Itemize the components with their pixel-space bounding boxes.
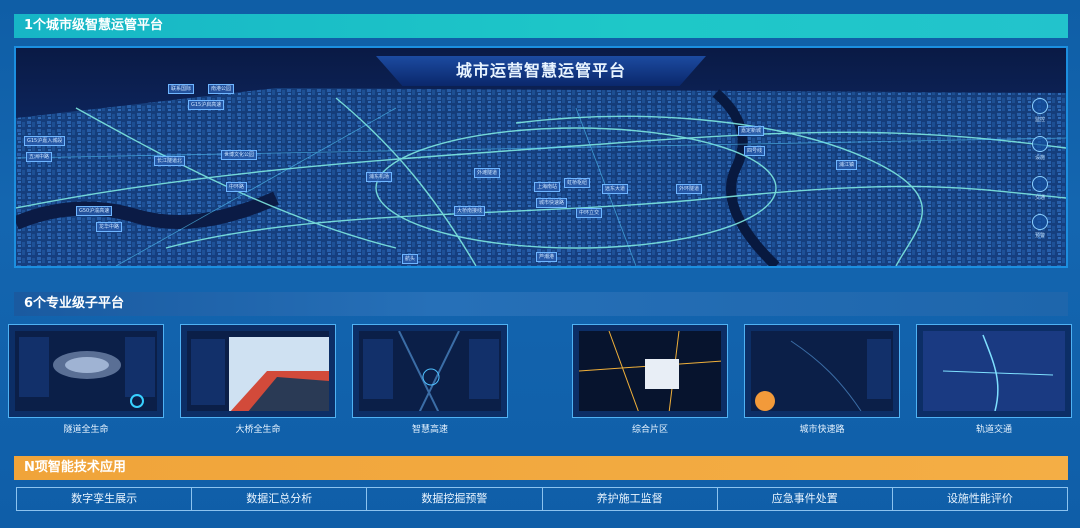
warning-icon[interactable] [1032,214,1048,230]
monitor-icon[interactable] [1032,98,1048,114]
platform-card-highway[interactable] [352,324,508,418]
map-label[interactable]: 远东大道 [602,184,629,194]
map-label[interactable]: 上海南站 [534,182,561,192]
tech-item[interactable]: 养护施工监督 [543,488,718,510]
map-label[interactable]: 世博文化公园 [221,150,258,160]
section-header-sub-platforms: 6个专业级子平台 [14,292,1068,316]
platform-card-rail[interactable] [916,324,1072,418]
city-map-panel[interactable]: 城市运营智慧运管平台 联系国际 南港公园 G15沪启高速 G15沪嘉入城段 五洲… [14,46,1068,268]
map-label[interactable]: 浦江镇 [836,160,858,170]
platform-screenshot [359,331,501,411]
platform-screenshot [15,331,157,411]
platform-screenshot [187,331,329,411]
traffic-icon[interactable] [1032,176,1048,192]
facility-icon[interactable] [1032,136,1048,152]
side-button-label: 预警 [1034,233,1045,239]
tech-item[interactable]: 应急事件处置 [718,488,893,510]
platform-caption: 轨道交通 [975,425,1012,435]
map-label[interactable]: 长江隧道北 [154,156,186,166]
tech-apps-row: 数字孪生展示 数据汇总分析 数据挖掘预警 养护施工监督 应急事件处置 设施性能评… [16,487,1068,511]
map-label[interactable]: 大桥南接线 [454,206,486,216]
map-label[interactable]: 四号线 [744,146,766,156]
platform-caption: 综合片区 [631,425,668,435]
map-label[interactable]: 芦潮港 [536,252,558,262]
platform-caption: 城市快速路 [799,425,845,435]
map-label[interactable]: 嘉定新城 [738,126,765,136]
tech-item[interactable]: 数据挖掘预警 [367,488,543,510]
map-label[interactable]: G50沪渝高速 [76,206,113,216]
platform-caption: 大桥全生命 [235,425,281,435]
side-button-label: 监控 [1034,117,1045,123]
side-button-label: 交通 [1034,195,1045,201]
platform-card-expressway[interactable] [744,324,900,418]
map-title: 城市运营智慧运管平台 [376,56,706,86]
platform-screenshot [579,331,721,411]
map-label[interactable]: 龙华中路 [96,222,123,232]
platform-card-bridge[interactable] [180,324,336,418]
platform-screenshot [923,331,1065,411]
tech-item[interactable]: 设施性能评价 [893,488,1067,510]
map-label[interactable]: 外环隧道 [676,184,703,194]
map-label[interactable]: 中环立交 [576,208,603,218]
tech-item[interactable]: 数字孪生展示 [17,488,193,510]
map-label[interactable]: G15沪启高速 [188,100,225,110]
platform-caption: 隧道全生命 [63,425,109,435]
map-label[interactable]: 中环路 [226,182,248,192]
map-label[interactable]: 浦东机场 [366,172,393,182]
map-label[interactable]: G15沪嘉入城段 [24,136,66,146]
tech-item[interactable]: 数据汇总分析 [192,488,368,510]
map-label[interactable]: 城市快速路 [536,198,568,208]
platform-screenshot [751,331,893,411]
section-header-tech-apps: N项智能技术应用 [14,456,1068,480]
platform-caption: 智慧高速 [411,425,448,435]
map-label[interactable]: 五洲中路 [26,152,53,162]
platform-card-tunnel[interactable] [8,324,164,418]
map-label[interactable]: 外滩隧道 [474,168,501,178]
side-button-label: 设施 [1034,155,1045,161]
map-label[interactable]: 联系国际 [168,84,195,94]
platform-card-district[interactable] [572,324,728,418]
section-header-city-platform: 1个城市级智慧运管平台 [14,14,1068,38]
map-label[interactable]: 航头 [402,254,419,264]
map-label[interactable]: 虹桥枢纽 [564,178,591,188]
map-label[interactable]: 南港公园 [208,84,235,94]
